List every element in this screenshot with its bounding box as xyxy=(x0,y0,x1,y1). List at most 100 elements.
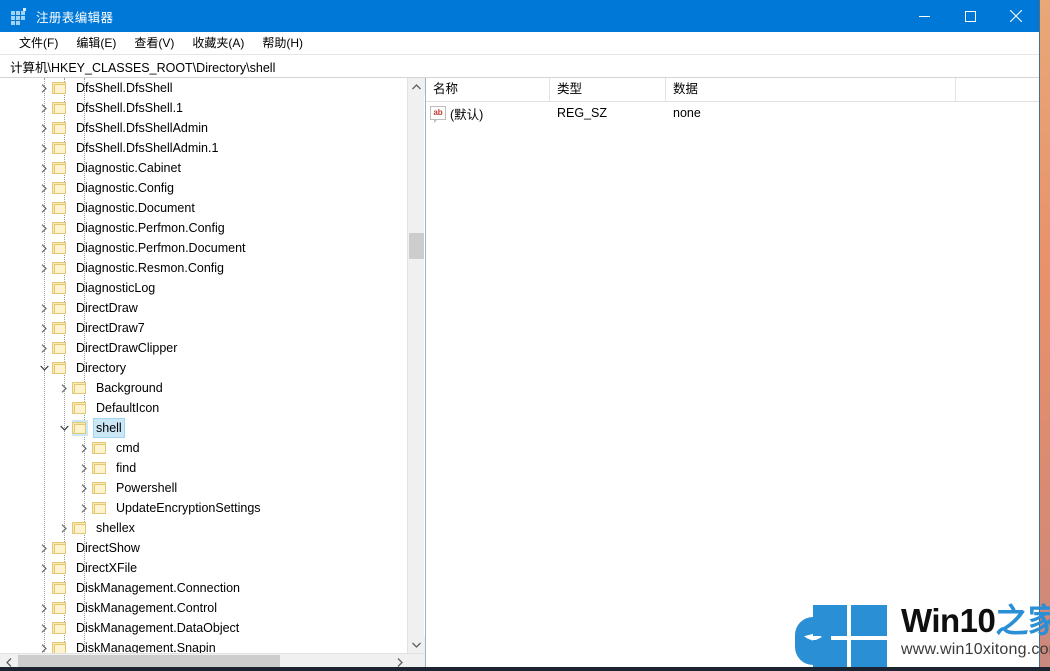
folder-icon xyxy=(72,380,88,396)
chevron-right-icon[interactable] xyxy=(76,438,92,458)
chevron-right-icon[interactable] xyxy=(36,258,52,278)
chevron-right-icon[interactable] xyxy=(36,558,52,578)
chevron-right-icon[interactable] xyxy=(36,538,52,558)
chevron-right-icon[interactable] xyxy=(56,518,72,538)
chevron-right-icon[interactable] xyxy=(76,478,92,498)
key-tree-viewport[interactable]: DfsShell.DfsShell DfsShell.DfsShell.1 DfsS… xyxy=(0,78,425,653)
tree-row-label: DirectDraw xyxy=(76,301,138,315)
tree-row-label: DirectDrawClipper xyxy=(76,341,178,355)
value-row[interactable]: ab (默认) REG_SZ none xyxy=(426,102,1039,124)
tree-row[interactable]: Diagnostic.Config xyxy=(0,178,425,198)
menu-edit[interactable]: 编辑(E) xyxy=(67,32,125,54)
tree-row-label: DirectXFile xyxy=(76,561,138,575)
folder-icon xyxy=(72,420,88,436)
window-controls xyxy=(901,0,1039,32)
tree-row-label: Diagnostic.Document xyxy=(76,201,195,215)
chevron-down-icon[interactable] xyxy=(56,418,72,438)
tree-row[interactable]: DirectXFile xyxy=(0,558,425,578)
tree-row[interactable]: DefaultIcon xyxy=(0,398,425,418)
tree-row[interactable]: Diagnostic.Document xyxy=(0,198,425,218)
tree-row[interactable]: shellex xyxy=(0,518,425,538)
tree-row[interactable]: cmd xyxy=(0,438,425,458)
tree-row[interactable]: DiskManagement.Snapin xyxy=(0,638,425,653)
chevron-right-icon[interactable] xyxy=(56,378,72,398)
menu-file[interactable]: 文件(F) xyxy=(10,32,67,54)
tree-row[interactable]: DiskManagement.Control xyxy=(0,598,425,618)
tree-row[interactable]: DiagnosticLog xyxy=(0,278,425,298)
title-bar[interactable]: 注册表编辑器 xyxy=(0,0,1039,32)
folder-icon xyxy=(52,160,68,176)
folder-icon xyxy=(72,520,88,536)
chevron-right-icon[interactable] xyxy=(36,98,52,118)
tree-row[interactable]: Diagnostic.Resmon.Config xyxy=(0,258,425,278)
chevron-down-icon[interactable] xyxy=(36,358,52,378)
tree-row[interactable]: DirectDraw7 xyxy=(0,318,425,338)
tree-row-label: Powershell xyxy=(116,481,178,495)
column-header-name[interactable]: 名称 xyxy=(426,78,550,101)
tree-leaf-marker xyxy=(56,398,72,418)
scroll-up-icon[interactable] xyxy=(408,78,425,95)
chevron-right-icon[interactable] xyxy=(36,238,52,258)
tree-row[interactable]: DiskManagement.Connection xyxy=(0,578,425,598)
folder-icon xyxy=(52,200,68,216)
menu-view[interactable]: 查看(V) xyxy=(125,32,183,54)
chevron-right-icon[interactable] xyxy=(36,78,52,98)
tree-row-label: Background xyxy=(96,381,163,395)
menu-favorites[interactable]: 收藏夹(A) xyxy=(183,32,253,54)
chevron-right-icon[interactable] xyxy=(36,198,52,218)
chevron-right-icon[interactable] xyxy=(36,618,52,638)
folder-icon xyxy=(52,120,68,136)
tree-row-label: cmd xyxy=(116,441,140,455)
tree-row[interactable]: DfsShell.DfsShellAdmin xyxy=(0,118,425,138)
maximize-button[interactable] xyxy=(947,0,993,32)
chevron-right-icon[interactable] xyxy=(36,318,52,338)
chevron-right-icon[interactable] xyxy=(36,118,52,138)
close-button[interactable] xyxy=(993,0,1039,32)
tree-row[interactable]: DfsShell.DfsShellAdmin.1 xyxy=(0,138,425,158)
chevron-right-icon[interactable] xyxy=(76,458,92,478)
tree-vertical-scroll-thumb[interactable] xyxy=(409,233,424,259)
tree-row[interactable]: UpdateEncryptionSettings xyxy=(0,498,425,518)
chevron-right-icon[interactable] xyxy=(36,218,52,238)
value-list[interactable]: ab (默认) REG_SZ none xyxy=(426,102,1039,671)
menu-bar: 文件(F) 编辑(E) 查看(V) 收藏夹(A) 帮助(H) xyxy=(0,32,1039,55)
tree-row[interactable]: Directory xyxy=(0,358,425,378)
tree-row[interactable]: DfsShell.DfsShell xyxy=(0,78,425,98)
chevron-right-icon[interactable] xyxy=(36,178,52,198)
tree-row[interactable]: Diagnostic.Perfmon.Config xyxy=(0,218,425,238)
tree-row[interactable]: Diagnostic.Cabinet xyxy=(0,158,425,178)
chevron-right-icon[interactable] xyxy=(36,598,52,618)
tree-row[interactable]: Diagnostic.Perfmon.Document xyxy=(0,238,425,258)
tree-vertical-scrollbar[interactable] xyxy=(407,78,425,653)
chevron-right-icon[interactable] xyxy=(36,638,52,653)
menu-help[interactable]: 帮助(H) xyxy=(253,32,312,54)
chevron-right-icon[interactable] xyxy=(76,498,92,518)
tree-row[interactable]: find xyxy=(0,458,425,478)
tree-row[interactable]: DirectShow xyxy=(0,538,425,558)
minimize-button[interactable] xyxy=(901,0,947,32)
tree-row[interactable]: DirectDraw xyxy=(0,298,425,318)
tree-row[interactable]: shell xyxy=(0,418,425,438)
registry-path: 计算机\HKEY_CLASSES_ROOT\Directory\shell xyxy=(10,60,276,75)
tree-row[interactable]: Background xyxy=(0,378,425,398)
tree-row[interactable]: Powershell xyxy=(0,478,425,498)
chevron-right-icon[interactable] xyxy=(36,158,52,178)
tree-row-label: Diagnostic.Config xyxy=(76,181,174,195)
column-header-data[interactable]: 数据 xyxy=(666,78,956,101)
registry-editor-icon xyxy=(11,8,27,25)
address-bar[interactable]: 计算机\HKEY_CLASSES_ROOT\Directory\shell xyxy=(0,55,1039,78)
column-header-type[interactable]: 类型 xyxy=(550,78,666,101)
tree-row[interactable]: DfsShell.DfsShell.1 xyxy=(0,98,425,118)
tree-row-label: UpdateEncryptionSettings xyxy=(116,501,261,515)
chevron-right-icon[interactable] xyxy=(36,138,52,158)
tree-row[interactable]: DiskManagement.DataObject xyxy=(0,618,425,638)
tree-row-label: DiskManagement.Snapin xyxy=(76,641,216,653)
chevron-right-icon[interactable] xyxy=(36,338,52,358)
tree-row[interactable]: DirectDrawClipper xyxy=(0,338,425,358)
scroll-down-icon[interactable] xyxy=(408,636,425,653)
value-name-cell: ab (默认) xyxy=(426,104,550,123)
tree-row-label: DiagnosticLog xyxy=(76,281,156,295)
folder-icon xyxy=(92,500,108,516)
chevron-right-icon[interactable] xyxy=(36,298,52,318)
tree-row-label: DirectShow xyxy=(76,541,140,555)
